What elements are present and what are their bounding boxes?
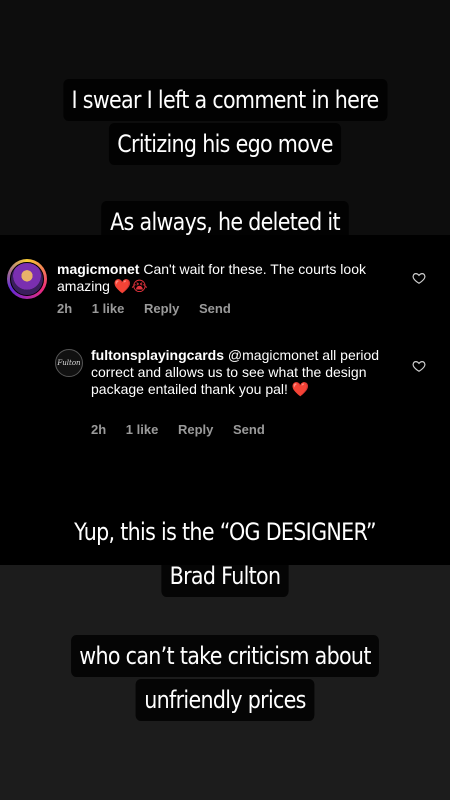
comment-emoji: ❤️ (291, 381, 310, 397)
caption-line: unfriendly prices (135, 679, 315, 721)
comment-meta: 2h 1 like Reply Send (57, 301, 247, 316)
magicmonet-avatar[interactable] (7, 259, 47, 299)
send-button[interactable]: Send (199, 301, 231, 316)
comment-time: 2h (57, 301, 73, 316)
comment-likes[interactable]: 1 like (92, 301, 125, 316)
caption-designer: Yup, this is the “OG DESIGNER” Brad Fult… (32, 510, 419, 598)
comment-emoji: ❤️😭 (113, 278, 148, 294)
send-button[interactable]: Send (233, 422, 265, 437)
caption-line: Yup, this is the “OG DESIGNER” (65, 511, 385, 553)
fultonsplayingcards-avatar[interactable]: Fulton (55, 349, 83, 377)
reply-button[interactable]: Reply (144, 301, 179, 316)
caption-line: who can’t take criticism about (70, 635, 380, 677)
caption-deleted: As always, he deleted it (32, 200, 419, 244)
caption-top: I swear I left a comment in here Critizi… (32, 78, 419, 166)
caption-criticism: who can’t take criticism about unfriendl… (32, 634, 419, 722)
heart-outline-icon[interactable] (412, 271, 426, 285)
caption-line: I swear I left a comment in here (62, 79, 388, 121)
comment-fultonsplayingcards: fultonsplayingcards @magicmonet all peri… (91, 347, 396, 398)
caption-line: As always, he deleted it (101, 201, 349, 243)
heart-outline-icon[interactable] (412, 359, 426, 373)
caption-line: Brad Fulton (161, 555, 289, 597)
comment-magicmonet: magicmonet Can't wait for these. The cou… (57, 261, 392, 295)
comment-time: 2h (91, 422, 107, 437)
comment-meta: 2h 1 like Reply Send (91, 422, 281, 437)
comment-username[interactable]: magicmonet (57, 261, 139, 277)
reply-button[interactable]: Reply (178, 422, 213, 437)
avatar-logo-text: Fulton (57, 359, 81, 367)
caption-line: Critizing his ego move (108, 123, 342, 165)
comment-username[interactable]: fultonsplayingcards (91, 347, 224, 363)
comment-likes[interactable]: 1 like (126, 422, 159, 437)
